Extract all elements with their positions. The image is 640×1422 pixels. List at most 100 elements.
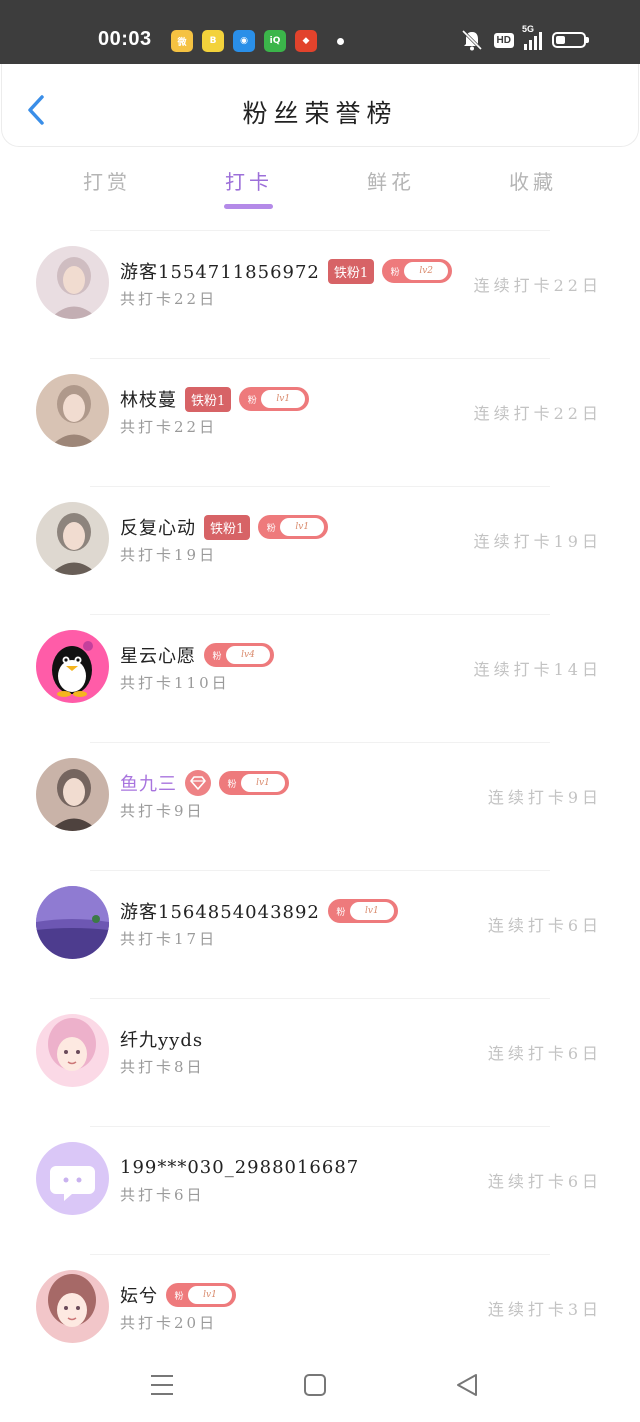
fan-row[interactable]: 反复心动 铁粉1 粉 lv1 共打卡19日 连续打卡19日 (0, 486, 640, 614)
mute-bell-icon (461, 29, 482, 51)
row-divider (90, 230, 550, 231)
fan-level-badge: 粉 lv2 (382, 259, 453, 283)
fan-row[interactable]: 鱼九三 粉 lv1 共打卡9日 连续打卡9日 (0, 742, 640, 870)
tab-bar: 打赏 打卡 鲜花 收藏 (0, 166, 640, 212)
streak-checkin-days: 连续打卡9日 (487, 788, 602, 807)
total-checkin-days: 共打卡20日 (120, 1314, 218, 1332)
fan-name: 鱼九三 (120, 774, 177, 795)
row-divider (90, 742, 550, 743)
total-checkin-days: 共打卡6日 (120, 1186, 205, 1204)
fan-level-value: lv4 (226, 646, 270, 664)
iron-fan-badge: 铁粉1 (204, 514, 251, 540)
fan-row[interactable]: 纤九yyds 共打卡8日 连续打卡6日 (0, 998, 640, 1126)
total-checkin-days: 共打卡22日 (120, 418, 218, 436)
battery-icon (552, 32, 589, 48)
streak-checkin-days: 连续打卡6日 (487, 1172, 602, 1191)
row-divider (90, 1126, 550, 1127)
tab-flowers[interactable]: 鲜花 (336, 166, 446, 195)
more-notifications-dot (337, 38, 344, 45)
avatar[interactable] (36, 1270, 109, 1343)
fan-name: 纤九yyds (120, 1030, 204, 1051)
iron-fan-badge: 铁粉1 (185, 386, 232, 412)
tab-favorites[interactable]: 收藏 (478, 166, 588, 195)
fan-level-badge: 粉 lv1 (219, 771, 289, 795)
fan-row[interactable]: 星云心愿 粉 lv4 共打卡110日 连续打卡14日 (0, 614, 640, 742)
row-divider (90, 998, 550, 999)
fan-name-line: 鱼九三 粉 lv1 (120, 770, 289, 796)
fan-level-value: lv1 (188, 1286, 232, 1304)
fan-level-badge: 粉 lv1 (239, 387, 310, 411)
red-app-icon: ◆ (295, 30, 317, 52)
notification-icons: 微 B ◉ iQ ◆ (171, 30, 317, 52)
home-icon[interactable] (300, 1370, 330, 1400)
fan-name-line: 反复心动 铁粉1 粉 lv1 (120, 514, 329, 540)
fan-level-prefix: 粉 (227, 779, 237, 790)
battery-level (556, 36, 566, 44)
fan-level-prefix: 粉 (212, 651, 222, 662)
fan-level-value: lv1 (280, 518, 325, 536)
back-triangle-icon[interactable] (452, 1370, 482, 1400)
signal-icon: 5G (522, 24, 542, 50)
fan-name-line: 199***030_2988016687 (120, 1154, 359, 1180)
tab-checkin[interactable]: 打卡 (194, 166, 304, 195)
fan-level-prefix: 粉 (336, 907, 346, 918)
fan-name: 妘兮 (120, 1286, 158, 1307)
iqiyi-icon: iQ (264, 30, 286, 52)
status-time: 00:03 (98, 28, 152, 50)
row-divider (90, 614, 550, 615)
row-divider (90, 1254, 550, 1255)
page-title: 粉丝荣誉榜 (242, 99, 398, 128)
avatar[interactable] (36, 502, 109, 575)
fan-name-line: 纤九yyds (120, 1026, 203, 1052)
fan-level-value: lv1 (241, 774, 285, 792)
weibo-icon: 微 (171, 30, 193, 52)
network-label: 5G (522, 24, 535, 34)
avatar[interactable] (36, 758, 109, 831)
fan-name: 林枝蔓 (120, 390, 177, 411)
fan-level-badge: 粉 lv4 (204, 643, 274, 667)
total-checkin-days: 共打卡17日 (120, 930, 218, 948)
streak-checkin-days: 连续打卡3日 (487, 1300, 602, 1319)
fan-name: 星云心愿 (120, 646, 196, 667)
fan-level-badge: 粉 lv1 (258, 515, 329, 539)
fan-name-line: 星云心愿 粉 lv4 (120, 642, 274, 668)
streak-checkin-days: 连续打卡22日 (473, 276, 602, 295)
fan-name: 游客1564854043892 (120, 902, 320, 923)
fan-level-value: lv1 (261, 390, 306, 408)
tab-reward[interactable]: 打赏 (52, 166, 162, 195)
fan-level-badge: 粉 lv1 (327, 899, 398, 923)
avatar[interactable] (36, 1014, 109, 1087)
bilibili-icon: B (202, 30, 224, 52)
row-divider (90, 486, 550, 487)
fan-level-prefix: 粉 (247, 395, 257, 406)
active-tab-indicator (224, 204, 273, 209)
fan-row[interactable]: 林枝蔓 铁粉1 粉 lv1 共打卡22日 连续打卡22日 (0, 358, 640, 486)
fan-name: 游客1554711856972 (120, 262, 320, 283)
menu-icon[interactable] (147, 1370, 177, 1400)
total-checkin-days: 共打卡22日 (120, 290, 218, 308)
fan-level-prefix: 粉 (174, 1291, 184, 1302)
fan-row[interactable]: 游客1564854043892 粉 lv1 共打卡17日 连续打卡6日 (0, 870, 640, 998)
avatar[interactable] (36, 374, 109, 447)
browser-icon: ◉ (233, 30, 255, 52)
streak-checkin-days: 连续打卡6日 (487, 1044, 602, 1063)
avatar[interactable] (36, 246, 109, 319)
fan-level-prefix: 粉 (390, 267, 400, 278)
avatar[interactable] (36, 630, 109, 703)
fan-row[interactable]: 199***030_2988016687 共打卡6日 连续打卡6日 (0, 1126, 640, 1254)
system-indicators: HD 5G (460, 24, 589, 51)
streak-checkin-days: 连续打卡14日 (473, 660, 602, 679)
total-checkin-days: 共打卡19日 (120, 546, 218, 564)
streak-checkin-days: 连续打卡22日 (473, 404, 602, 423)
fan-level-prefix: 粉 (266, 523, 276, 534)
fan-row[interactable]: 游客1554711856972 铁粉1 粉 lv2 共打卡22日 连续打卡22日 (0, 230, 640, 358)
streak-checkin-days: 连续打卡6日 (487, 916, 602, 935)
fan-level-value: lv2 (404, 262, 449, 280)
status-bar: 00:03 微 B ◉ iQ ◆ HD 5G (0, 0, 640, 64)
total-checkin-days: 共打卡9日 (120, 802, 205, 820)
avatar[interactable] (36, 886, 109, 959)
row-divider (90, 358, 550, 359)
system-nav-bar (0, 1360, 640, 1422)
avatar[interactable] (36, 1142, 109, 1215)
row-divider (90, 870, 550, 871)
